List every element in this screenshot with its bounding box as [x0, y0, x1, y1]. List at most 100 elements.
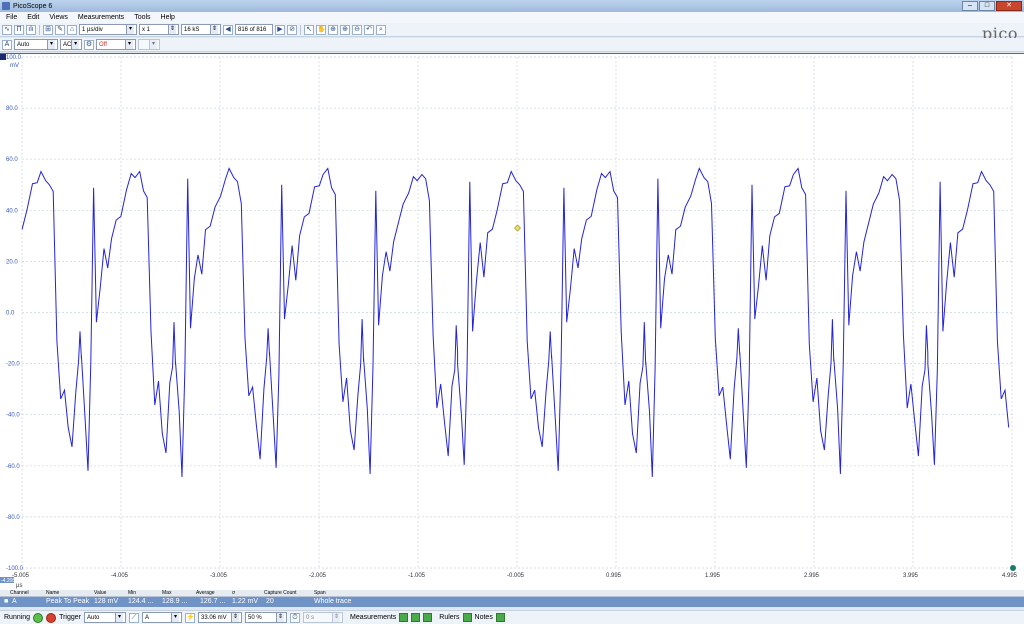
rulers-button[interactable]	[462, 613, 472, 622]
channel-a-icon[interactable]: A	[2, 39, 12, 50]
x-tick-label: 0.995	[606, 573, 622, 579]
scope-view[interactable]: 100.0 80.0 60.0 40.0 20.0 0.0 -20.0 -40.0 -60.0 -…	[0, 53, 1024, 590]
x-tick-label: 2.995	[804, 573, 820, 579]
x-tick-label: -0.005	[507, 573, 525, 579]
filter-value: Off	[99, 41, 107, 48]
y-tick-label: -60.0	[6, 464, 20, 470]
next-buffer-icon[interactable]: ▶	[275, 24, 285, 35]
undo-zoom-icon[interactable]: ↶	[364, 24, 374, 35]
menu-measurements[interactable]: Measurements	[78, 14, 124, 21]
x-tick-label: -1.005	[408, 573, 426, 579]
delay-icon: ⏱	[290, 612, 300, 623]
menu-file[interactable]: File	[6, 14, 17, 21]
channel-options-icon[interactable]: ⚙	[84, 39, 94, 50]
trigger-edge-icon[interactable]: ⟋	[129, 612, 139, 623]
buffer-value: 816 of 816	[238, 26, 267, 33]
range-value: Auto	[17, 41, 30, 48]
stop-button[interactable]	[46, 612, 57, 623]
x-unit-label: µs	[16, 583, 22, 589]
x-tick-label: -3.005	[210, 573, 228, 579]
first-buffer-icon[interactable]: ◀	[223, 24, 233, 35]
persistence-mode-icon[interactable]: Π	[14, 24, 24, 35]
buffer-navigator[interactable]: 816 of 816	[235, 24, 273, 35]
pointer-tool-icon[interactable]: ↖	[304, 24, 314, 35]
measurements-header: Channel Name Value Min Max Average σ Cap…	[0, 590, 1024, 597]
timebase-select[interactable]: 1 µs/div ▾	[79, 24, 137, 35]
menu-edit[interactable]: Edit	[27, 14, 39, 21]
samples-stepper[interactable]: 16 kS ⇕	[181, 24, 221, 35]
header-span: Span	[314, 590, 326, 596]
waveform-trace-a	[21, 167, 1010, 478]
table-row[interactable]: ■ A Peak To Peak 128 mV 124.4 ... 128.9 …	[0, 597, 1024, 607]
ruler-value-text: -4.205	[1, 578, 15, 584]
cell-span: Whole trace	[314, 598, 352, 605]
zoom-value: x 1	[142, 26, 151, 33]
notes-button[interactable]	[495, 613, 505, 622]
y-tick-label: 0.0	[6, 311, 15, 317]
stepper-icon: ⇕	[168, 25, 176, 34]
spectrum-mode-icon[interactable]: ılı	[26, 24, 36, 35]
menu-tools[interactable]: Tools	[134, 14, 150, 21]
add-measurement-button[interactable]	[399, 613, 409, 622]
hand-tool-icon[interactable]: ✋	[316, 24, 326, 35]
close-button[interactable]: ✕	[996, 1, 1022, 11]
delay-stepper: 0 s ⇕	[303, 612, 343, 623]
x-tick-label: 3.995	[903, 573, 919, 579]
channel-settings-icon[interactable]: ⊞	[43, 24, 53, 35]
start-button[interactable]	[33, 612, 44, 623]
title-bar: PicoScope 6 – □ ✕	[0, 0, 1024, 12]
notes-label: Notes	[474, 614, 493, 621]
measurements-table: Channel Name Value Min Max Average σ Cap…	[0, 590, 1024, 610]
y-tick-label: -80.0	[6, 515, 20, 521]
maximize-button[interactable]: □	[979, 1, 995, 11]
separator	[300, 24, 301, 35]
delete-measurement-button[interactable]	[423, 613, 433, 622]
y-tick-label: -40.0	[6, 413, 20, 419]
header-channel: Channel	[10, 590, 29, 596]
coupling-value: AC	[63, 41, 72, 48]
edit-measurement-button[interactable]	[411, 613, 421, 622]
app-icon	[2, 2, 10, 10]
chevron-down-icon: ▾	[126, 25, 134, 34]
zoom-area-icon[interactable]: ⊕	[340, 24, 350, 35]
measurements-label: Measurements	[350, 614, 397, 621]
trigger-level-icon: ⚡	[185, 612, 195, 623]
y-tick-label: 20.0	[6, 259, 18, 265]
menu-help[interactable]: Help	[161, 14, 175, 21]
zoom-fit-icon[interactable]: ⌕	[376, 24, 386, 35]
stepper-icon: ⇕	[276, 613, 284, 622]
disabled-select: ▾	[138, 39, 160, 50]
window-title: PicoScope 6	[13, 2, 53, 10]
y-tick-label: -100.0	[6, 566, 24, 572]
header-max: Max	[162, 590, 172, 596]
zoom-out-icon[interactable]: ⊖	[352, 24, 362, 35]
samples-value: 16 kS	[184, 26, 200, 33]
cell-name: Peak To Peak	[46, 598, 90, 605]
zoom-in-icon[interactable]: ⊕	[328, 24, 338, 35]
zoom-stepper[interactable]: x 1 ⇕	[139, 24, 179, 35]
range-select[interactable]: Auto ▾	[14, 39, 58, 50]
minimize-button[interactable]: –	[962, 1, 978, 11]
scope-mode-icon[interactable]: ∿	[2, 24, 12, 35]
trigger-level-stepper[interactable]: 33.06 mV ⇕	[198, 612, 242, 623]
coupling-select[interactable]: AC ▾	[60, 39, 82, 50]
probe-icon[interactable]: ✎	[55, 24, 65, 35]
separator	[39, 24, 40, 35]
trigger-mode-select[interactable]: Auto ▾	[84, 612, 126, 623]
trigger-channel-value: A	[145, 614, 150, 621]
cell-value: 128 mV	[94, 598, 119, 605]
trigger-channel-select[interactable]: A ▾	[142, 612, 182, 623]
filter-select[interactable]: Off ▾	[96, 39, 136, 50]
channel-toolbar: A Auto ▾ AC ▾ ⚙ Off ▾ ▾	[0, 38, 1024, 52]
waveform-chart[interactable]: 100.0 80.0 60.0 40.0 20.0 0.0 -20.0 -40.0 -60.0 -…	[0, 54, 1024, 591]
home-icon[interactable]: ⌂	[67, 24, 77, 35]
buffer-overview-icon[interactable]: ⊘	[287, 24, 297, 35]
cell-max: 128.9 ...	[162, 598, 188, 605]
y-tick-label: 100.0	[6, 55, 22, 61]
delay-value: 0 s	[306, 614, 315, 621]
ruler-handle-icon	[1010, 565, 1016, 571]
pretrigger-stepper[interactable]: 50 % ⇕	[245, 612, 287, 623]
header-sigma: σ	[232, 590, 236, 596]
rulers-label: Rulers	[439, 614, 460, 621]
menu-views[interactable]: Views	[49, 14, 68, 21]
